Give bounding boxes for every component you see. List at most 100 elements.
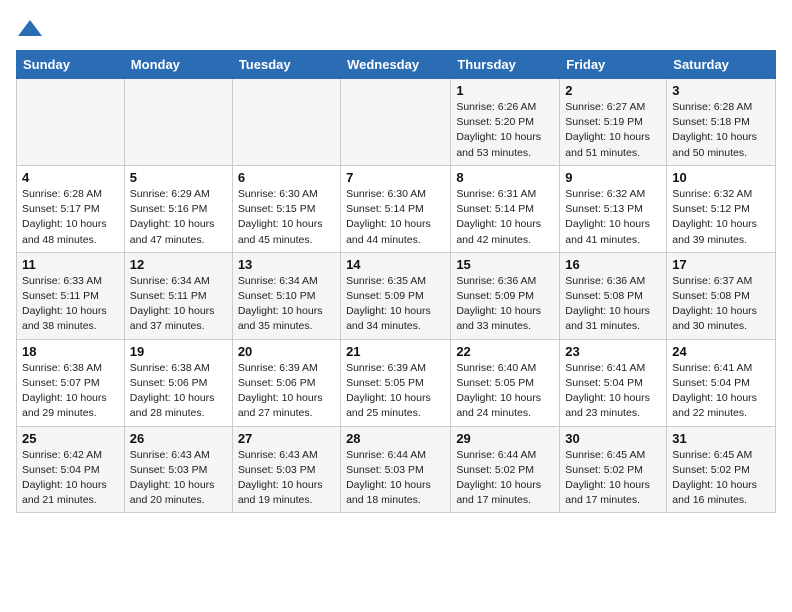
day-info: Sunrise: 6:35 AM Sunset: 5:09 PM Dayligh…	[346, 274, 445, 335]
calendar-cell: 10 Sunrise: 6:32 AM Sunset: 5:12 PM Dayli…	[667, 165, 776, 252]
day-info: Sunrise: 6:42 AM Sunset: 5:04 PM Dayligh…	[22, 448, 119, 509]
day-number: 11	[22, 257, 119, 272]
calendar-cell: 31 Sunrise: 6:45 AM Sunset: 5:02 PM Dayli…	[667, 426, 776, 513]
day-number: 30	[565, 431, 661, 446]
calendar-cell: 21 Sunrise: 6:39 AM Sunset: 5:05 PM Dayli…	[341, 339, 451, 426]
calendar-cell: 26Sunrise: 6:43 AM Sunset: 5:03 PM Dayli…	[124, 426, 232, 513]
day-info: Sunrise: 6:27 AM Sunset: 5:19 PM Dayligh…	[565, 100, 661, 161]
day-info: Sunrise: 6:30 AM Sunset: 5:15 PM Dayligh…	[238, 187, 335, 248]
calendar-cell: 19Sunrise: 6:38 AM Sunset: 5:06 PM Dayli…	[124, 339, 232, 426]
calendar-cell: 2 Sunrise: 6:27 AM Sunset: 5:19 PM Daylig…	[560, 79, 667, 166]
day-info: Sunrise: 6:29 AM Sunset: 5:16 PM Dayligh…	[130, 187, 227, 248]
calendar-cell: 27Sunrise: 6:43 AM Sunset: 5:03 PM Dayli…	[232, 426, 340, 513]
day-info: Sunrise: 6:44 AM Sunset: 5:03 PM Dayligh…	[346, 448, 445, 509]
day-info: Sunrise: 6:40 AM Sunset: 5:05 PM Dayligh…	[456, 361, 554, 422]
calendar-cell: 14 Sunrise: 6:35 AM Sunset: 5:09 PM Dayli…	[341, 252, 451, 339]
day-info: Sunrise: 6:45 AM Sunset: 5:02 PM Dayligh…	[565, 448, 661, 509]
calendar-cell: 23 Sunrise: 6:41 AM Sunset: 5:04 PM Dayli…	[560, 339, 667, 426]
day-info: Sunrise: 6:45 AM Sunset: 5:02 PM Dayligh…	[672, 448, 770, 509]
header-row: SundayMondayTuesdayWednesdayThursdayFrid…	[17, 51, 776, 79]
calendar-cell: 9Sunrise: 6:32 AM Sunset: 5:13 PM Daylig…	[560, 165, 667, 252]
day-info: Sunrise: 6:41 AM Sunset: 5:04 PM Dayligh…	[672, 361, 770, 422]
calendar-cell: 1 Sunrise: 6:26 AM Sunset: 5:20 PM Daylig…	[451, 79, 560, 166]
day-info: Sunrise: 6:39 AM Sunset: 5:06 PM Dayligh…	[238, 361, 335, 422]
day-info: Sunrise: 6:28 AM Sunset: 5:18 PM Dayligh…	[672, 100, 770, 161]
calendar-cell: 25 Sunrise: 6:42 AM Sunset: 5:04 PM Dayli…	[17, 426, 125, 513]
day-number: 19	[130, 344, 227, 359]
day-number: 28	[346, 431, 445, 446]
day-number: 7	[346, 170, 445, 185]
calendar-cell: 7 Sunrise: 6:30 AM Sunset: 5:14 PM Daylig…	[341, 165, 451, 252]
day-number: 8	[456, 170, 554, 185]
day-info: Sunrise: 6:41 AM Sunset: 5:04 PM Dayligh…	[565, 361, 661, 422]
day-info: Sunrise: 6:28 AM Sunset: 5:17 PM Dayligh…	[22, 187, 119, 248]
calendar-cell: 4 Sunrise: 6:28 AM Sunset: 5:17 PM Daylig…	[17, 165, 125, 252]
calendar-cell: 30 Sunrise: 6:45 AM Sunset: 5:02 PM Dayli…	[560, 426, 667, 513]
header-cell-thursday: Thursday	[451, 51, 560, 79]
day-number: 22	[456, 344, 554, 359]
calendar-table: SundayMondayTuesdayWednesdayThursdayFrid…	[16, 50, 776, 513]
calendar-header: SundayMondayTuesdayWednesdayThursdayFrid…	[17, 51, 776, 79]
calendar-cell: 13 Sunrise: 6:34 AM Sunset: 5:10 PM Dayli…	[232, 252, 340, 339]
day-number: 24	[672, 344, 770, 359]
logo	[16, 16, 46, 44]
day-number: 5	[130, 170, 227, 185]
day-number: 15	[456, 257, 554, 272]
page-header	[16, 16, 776, 44]
day-info: Sunrise: 6:34 AM Sunset: 5:11 PM Dayligh…	[130, 274, 227, 335]
day-number: 2	[565, 83, 661, 98]
day-info: Sunrise: 6:30 AM Sunset: 5:14 PM Dayligh…	[346, 187, 445, 248]
day-info: Sunrise: 6:26 AM Sunset: 5:20 PM Dayligh…	[456, 100, 554, 161]
header-cell-wednesday: Wednesday	[341, 51, 451, 79]
day-info: Sunrise: 6:39 AM Sunset: 5:05 PM Dayligh…	[346, 361, 445, 422]
day-info: Sunrise: 6:32 AM Sunset: 5:12 PM Dayligh…	[672, 187, 770, 248]
day-number: 4	[22, 170, 119, 185]
day-number: 13	[238, 257, 335, 272]
day-number: 26	[130, 431, 227, 446]
week-row-2: 4 Sunrise: 6:28 AM Sunset: 5:17 PM Daylig…	[17, 165, 776, 252]
day-number: 3	[672, 83, 770, 98]
calendar-cell: 28 Sunrise: 6:44 AM Sunset: 5:03 PM Dayli…	[341, 426, 451, 513]
day-info: Sunrise: 6:31 AM Sunset: 5:14 PM Dayligh…	[456, 187, 554, 248]
header-cell-sunday: Sunday	[17, 51, 125, 79]
header-cell-friday: Friday	[560, 51, 667, 79]
calendar-cell: 11 Sunrise: 6:33 AM Sunset: 5:11 PM Dayli…	[17, 252, 125, 339]
day-number: 29	[456, 431, 554, 446]
day-info: Sunrise: 6:44 AM Sunset: 5:02 PM Dayligh…	[456, 448, 554, 509]
day-info: Sunrise: 6:43 AM Sunset: 5:03 PM Dayligh…	[238, 448, 335, 509]
day-number: 20	[238, 344, 335, 359]
calendar-cell: 22 Sunrise: 6:40 AM Sunset: 5:05 PM Dayli…	[451, 339, 560, 426]
day-number: 16	[565, 257, 661, 272]
calendar-cell: 12Sunrise: 6:34 AM Sunset: 5:11 PM Dayli…	[124, 252, 232, 339]
calendar-cell: 6 Sunrise: 6:30 AM Sunset: 5:15 PM Daylig…	[232, 165, 340, 252]
calendar-cell	[124, 79, 232, 166]
calendar-cell: 16 Sunrise: 6:36 AM Sunset: 5:08 PM Dayli…	[560, 252, 667, 339]
day-number: 23	[565, 344, 661, 359]
calendar-cell: 24 Sunrise: 6:41 AM Sunset: 5:04 PM Dayli…	[667, 339, 776, 426]
day-number: 31	[672, 431, 770, 446]
day-info: Sunrise: 6:34 AM Sunset: 5:10 PM Dayligh…	[238, 274, 335, 335]
day-info: Sunrise: 6:32 AM Sunset: 5:13 PM Dayligh…	[565, 187, 661, 248]
calendar-cell: 17Sunrise: 6:37 AM Sunset: 5:08 PM Dayli…	[667, 252, 776, 339]
day-number: 6	[238, 170, 335, 185]
logo-icon	[16, 16, 44, 44]
week-row-1: 1 Sunrise: 6:26 AM Sunset: 5:20 PM Daylig…	[17, 79, 776, 166]
day-number: 25	[22, 431, 119, 446]
calendar-cell	[17, 79, 125, 166]
calendar-cell: 3 Sunrise: 6:28 AM Sunset: 5:18 PM Daylig…	[667, 79, 776, 166]
day-info: Sunrise: 6:36 AM Sunset: 5:08 PM Dayligh…	[565, 274, 661, 335]
day-number: 10	[672, 170, 770, 185]
header-cell-tuesday: Tuesday	[232, 51, 340, 79]
day-info: Sunrise: 6:38 AM Sunset: 5:07 PM Dayligh…	[22, 361, 119, 422]
calendar-cell: 29 Sunrise: 6:44 AM Sunset: 5:02 PM Dayli…	[451, 426, 560, 513]
day-number: 14	[346, 257, 445, 272]
day-number: 1	[456, 83, 554, 98]
day-info: Sunrise: 6:33 AM Sunset: 5:11 PM Dayligh…	[22, 274, 119, 335]
calendar-cell: 20 Sunrise: 6:39 AM Sunset: 5:06 PM Dayli…	[232, 339, 340, 426]
calendar-cell: 5 Sunrise: 6:29 AM Sunset: 5:16 PM Daylig…	[124, 165, 232, 252]
calendar-cell	[341, 79, 451, 166]
day-number: 21	[346, 344, 445, 359]
calendar-cell	[232, 79, 340, 166]
week-row-4: 18 Sunrise: 6:38 AM Sunset: 5:07 PM Dayli…	[17, 339, 776, 426]
day-number: 18	[22, 344, 119, 359]
